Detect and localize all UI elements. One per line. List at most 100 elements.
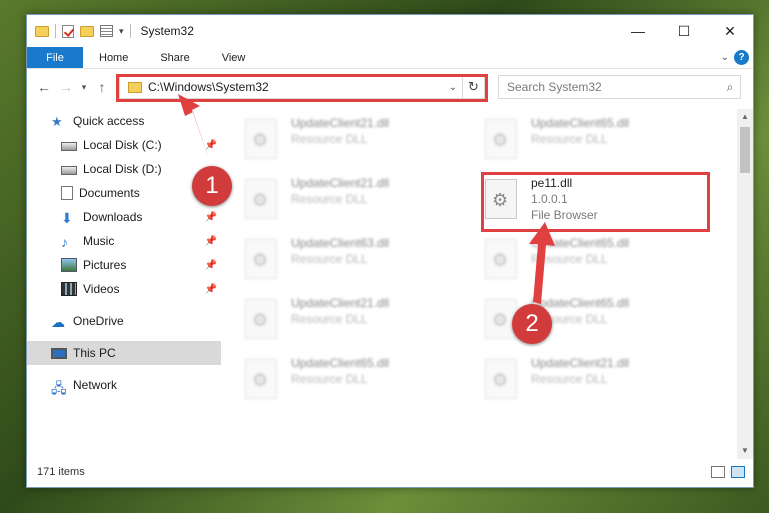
tiles-view-icon[interactable] [731,466,745,478]
file-item[interactable]: UpdateClient63.dll Resource DLL [245,235,465,291]
search-input[interactable]: Search System32 ⌕ [498,75,741,99]
step-badge-1: 1 [192,166,232,206]
file-name: UpdateClient65.dll [531,116,630,130]
item-count: 171 items [37,466,85,478]
minimize-button[interactable]: — [615,15,661,47]
sidebar-item-label: Pictures [83,258,127,272]
file-type: Resource DLL [291,252,368,266]
navigation-bar: ← → ▾ ↑ C:\Windows\System32 ⌄ ↻ Search S… [27,69,753,105]
search-placeholder: Search System32 [507,80,602,94]
documents-icon [61,186,73,200]
file-item[interactable]: UpdateClient21.dll Resource DLL [245,175,465,231]
scroll-up-icon[interactable]: ▲ [737,109,753,125]
sidebar-item-pictures[interactable]: Pictures 📌 [27,253,221,277]
sidebar-item-downloads[interactable]: ⬇ Downloads 📌 [27,205,221,229]
up-arrow-icon[interactable]: ↑ [91,79,113,95]
file-item[interactable]: UpdateClient65.dll Resource DLL [245,355,465,411]
help-icon[interactable]: ? [734,50,749,65]
file-item[interactable]: UpdateClient65.dll Resource DLL [485,115,705,171]
sidebar-item-label: Local Disk (C:) [83,138,162,152]
file-type: File Browser [531,208,598,222]
file-name: UpdateClient21.dll [291,296,390,310]
file-type: Resource DLL [531,372,608,386]
pin-icon[interactable]: 📌 [205,260,217,271]
file-item[interactable]: UpdateClient21.dll Resource DLL [245,295,465,351]
sidebar-item-this-pc[interactable]: This PC [27,341,221,365]
file-name: UpdateClient63.dll [291,236,390,250]
pin-icon[interactable]: 📌 [205,212,217,223]
file-name: UpdateClient65.dll [531,236,630,250]
properties-icon[interactable] [100,25,113,37]
folder-icon [128,81,142,93]
file-item[interactable]: UpdateClient65.dll Resource DLL [485,235,705,291]
refresh-icon[interactable]: ↻ [462,76,484,98]
close-button[interactable]: ✕ [707,15,753,47]
sidebar-item-onedrive[interactable]: ☁ OneDrive [27,309,221,333]
tab-home[interactable]: Home [83,47,144,68]
sidebar-item-label: This PC [73,346,116,360]
sidebar-item-label: Documents [79,186,140,200]
dll-file-icon [245,179,277,219]
file-name: UpdateClient65.dll [291,356,390,370]
title-bar: ▾ System32 — ☐ ✕ [27,15,753,47]
computer-icon [51,347,67,359]
forward-arrow-icon[interactable]: → [55,79,77,95]
file-type: Resource DLL [291,372,368,386]
pin-icon[interactable]: 📌 [205,140,217,151]
divider [129,24,131,38]
divider [55,24,56,38]
address-path[interactable]: C:\Windows\System32 [148,80,444,94]
sidebar-item-network[interactable]: 🖧 Network [27,373,221,397]
sidebar-item-local-disk-c[interactable]: Local Disk (C:) 📌 [27,133,221,157]
search-icon[interactable]: ⌕ [720,80,740,95]
back-arrow-icon[interactable]: ← [33,79,55,95]
file-type: Resource DLL [291,312,368,326]
sidebar-item-videos[interactable]: Videos 📌 [27,277,221,301]
dll-file-icon [245,359,277,399]
tab-share[interactable]: Share [144,47,205,68]
sidebar-item-local-disk-d[interactable]: Local Disk (D:) [27,157,221,181]
window-controls: — ☐ ✕ [615,15,753,47]
file-version: 1.0.0.1 [531,192,568,206]
dll-file-icon [245,119,277,159]
file-type: Resource DLL [531,132,608,146]
properties-check-icon[interactable] [62,24,74,38]
sidebar-item-quick-access[interactable]: ★ Quick access [27,109,221,133]
sidebar-item-label: Music [83,234,115,248]
file-item[interactable]: UpdateClient21.dll Resource DLL [485,355,705,411]
new-folder-icon[interactable] [80,25,94,37]
file-item[interactable]: UpdateClient21.dll Resource DLL [245,115,465,171]
videos-icon [61,282,77,296]
vertical-scrollbar[interactable]: ▲ ▼ [737,109,753,459]
address-dropdown-icon[interactable]: ⌄ [444,82,462,93]
folder-icon [35,25,49,37]
file-name: UpdateClient21.dll [291,116,390,130]
tab-view[interactable]: View [206,47,262,68]
file-name: UpdateClient21.dll [531,356,630,370]
details-view-icon[interactable] [711,466,725,478]
scrollbar-thumb[interactable] [740,127,750,173]
sidebar-item-label: Local Disk (D:) [83,162,162,176]
dll-file-icon [485,179,517,219]
status-bar: 171 items [27,457,753,487]
sidebar-item-label: Quick access [73,114,145,128]
pin-icon[interactable]: 📌 [205,236,217,247]
disk-icon [61,141,77,151]
recent-locations-chevron-icon[interactable]: ▾ [77,82,91,93]
file-name: UpdateClient21.dll [291,176,390,190]
expand-ribbon-chevron-icon[interactable]: ⌄ [721,52,729,63]
customize-toolbar-caret-icon[interactable]: ▾ [119,26,124,37]
step-badge-2: 2 [512,304,552,344]
cloud-icon: ☁ [51,314,65,330]
pin-icon[interactable]: 📌 [205,284,217,295]
sidebar-item-music[interactable]: ♪ Music 📌 [27,229,221,253]
address-bar[interactable]: C:\Windows\System32 ⌄ ↻ [119,75,485,99]
tab-file[interactable]: File [27,47,83,68]
window-title: System32 [140,24,194,38]
file-explorer-window: ▾ System32 — ☐ ✕ File Home Share View ⌄ … [26,14,754,488]
file-item-pe11-dll[interactable]: pe11.dll 1.0.0.1 File Browser [485,175,705,231]
pictures-icon [61,258,77,272]
navigation-pane: ★ Quick access Local Disk (C:) 📌 Local D… [27,109,221,459]
sidebar-item-label: OneDrive [73,314,124,328]
maximize-button[interactable]: ☐ [661,15,707,47]
